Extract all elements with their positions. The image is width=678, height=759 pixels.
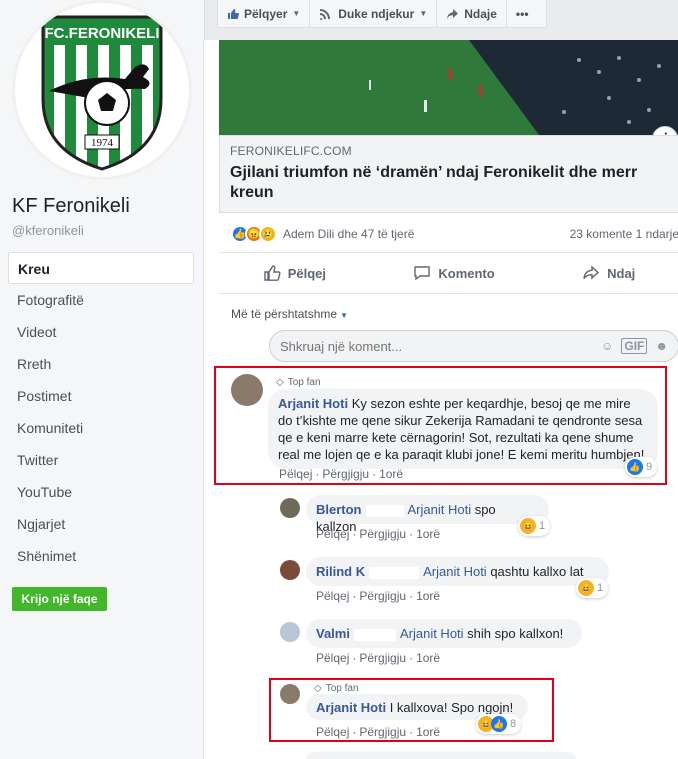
comment-text: shih spo kallxon! <box>467 626 564 641</box>
nav-item-komuniteti[interactable]: Komuniteti <box>8 412 194 444</box>
logo-year: 1974 <box>91 137 114 149</box>
tagged-user[interactable]: Arjanit Hoti <box>400 626 464 641</box>
chevron-down-icon: ▼ <box>419 9 428 18</box>
page-action-bar: Pëlqyer ▼ Duke ndjekur ▼ Ndaje ••• <box>217 0 547 28</box>
rss-icon <box>320 8 331 20</box>
comment-time[interactable]: 1orë <box>416 651 440 665</box>
nav-item-rreth[interactable]: Rreth <box>8 348 194 380</box>
nav-item-twitter[interactable]: Twitter <box>8 444 194 476</box>
post-actions: Pëlqej Komento Ndaj <box>219 252 678 294</box>
like-post-button[interactable]: Pëlqej <box>263 264 326 282</box>
nav-item-ngjarjet[interactable]: Ngjarjet <box>8 508 194 540</box>
page-sidebar: FC.FERONIKELI 1974 KF Feronikeli @kferon… <box>0 0 205 759</box>
liked-button[interactable]: Pëlqyer ▼ <box>218 0 311 27</box>
redaction <box>365 504 404 517</box>
link-domain: FERONIKELIFC.COM <box>230 144 352 158</box>
redaction <box>369 566 420 579</box>
emoji-icon[interactable]: ☺ <box>601 339 613 353</box>
comment-like-link[interactable]: Pëlqej <box>316 651 349 665</box>
comment-reaction-count[interactable]: 😆 1 <box>518 516 551 536</box>
comment-bubble-icon <box>414 266 431 281</box>
page-profile-picture[interactable]: FC.FERONIKELI 1974 <box>12 0 192 180</box>
page-handle: @kferonikeli <box>12 223 84 238</box>
share-arrow-icon <box>583 265 600 280</box>
comment-author[interactable]: Valmi <box>316 626 350 641</box>
reactors-text[interactable]: Adem Dili dhe 47 të tjerë <box>283 227 414 241</box>
nav-item-fotografite[interactable]: Fotografitë <box>8 284 194 316</box>
nav-item-videot[interactable]: Videot <box>8 316 194 348</box>
comment-share-counts[interactable]: 23 komente 1 ndarje <box>570 227 678 241</box>
following-label: Duke ndjekur <box>338 6 415 21</box>
tagged-user[interactable]: Arjanit Hoti <box>423 564 487 579</box>
reactions-summary: 👍 😠 😢 Adem Dili dhe 47 të tjerë 23 komen… <box>231 223 678 245</box>
haha-reaction-icon: 😆 <box>578 580 594 596</box>
comment-author[interactable]: Rilind K <box>316 564 365 579</box>
like-post-label: Pëlqej <box>287 265 326 281</box>
liked-label: Pëlqyer <box>244 6 288 21</box>
page-nav: Kreu Fotografitë Videot Rreth Postimet K… <box>8 252 194 572</box>
redaction <box>353 628 396 641</box>
comment-composer[interactable]: ☺ GIF ☻ <box>269 330 678 362</box>
comment-time[interactable]: 1orë <box>416 527 440 541</box>
chevron-down-icon: ▼ <box>292 9 301 18</box>
reaction-count-value: 1 <box>597 582 604 594</box>
page-name[interactable]: KF Feronikeli <box>12 195 130 218</box>
highlight-box <box>269 678 554 742</box>
more-icon: ••• <box>515 6 529 21</box>
comment-post-button[interactable]: Komento <box>413 264 495 282</box>
next-comment-bubble <box>306 752 576 759</box>
comment-author[interactable]: Blerton <box>316 502 362 517</box>
thumbs-up-icon <box>263 265 281 281</box>
logo-text: FC.FERONIKELI <box>45 25 160 42</box>
comment-like-link[interactable]: Pëlqej <box>316 527 349 541</box>
comment-actions: Pëlqej · Përgjigju · 1orë <box>316 651 441 665</box>
nav-item-postimet[interactable]: Postimet <box>8 380 194 412</box>
comment-like-link[interactable]: Pëlqej <box>316 589 349 603</box>
link-headline[interactable]: Gjilani triumfon në ‘dramën’ ndaj Feroni… <box>230 163 668 203</box>
nav-item-kreu[interactable]: Kreu <box>8 252 194 284</box>
link-preview-image[interactable] <box>219 40 678 135</box>
share-arrow-icon <box>447 8 459 19</box>
share-page-label: Ndaje <box>464 6 497 21</box>
gif-icon[interactable]: GIF <box>621 338 648 354</box>
following-button[interactable]: Duke ndjekur ▼ <box>310 0 438 27</box>
comment-actions: Pëlqej · Përgjigju · 1orë <box>316 589 441 603</box>
reaction-count-value: 1 <box>539 520 546 532</box>
comment-reaction-count[interactable]: 😆 1 <box>576 578 609 598</box>
more-options-button[interactable]: ••• <box>507 0 538 27</box>
comment-bubble: Blerton Arjanit Hoti spo kallzon <box>306 495 549 534</box>
chevron-down-icon: ▼ <box>340 311 348 320</box>
avatar[interactable] <box>280 498 300 518</box>
link-preview[interactable]: FERONIKELIFC.COM Gjilani triumfon në ‘dr… <box>219 135 678 213</box>
thumbs-up-icon <box>228 8 239 19</box>
comment-actions: Pëlqej · Përgjigju · 1orë <box>316 527 441 541</box>
haha-reaction-icon: 😆 <box>520 518 536 534</box>
nav-item-youtube[interactable]: YouTube <box>8 476 194 508</box>
comment-sort-dropdown[interactable]: Më të përshtatshme ▼ <box>231 307 348 321</box>
tagged-user[interactable]: Arjanit Hoti <box>408 502 472 517</box>
club-logo: FC.FERONIKELI 1974 <box>41 15 163 171</box>
comment-post-label: Komento <box>438 265 495 281</box>
avatar[interactable] <box>280 622 300 642</box>
comment-text: qashtu kallxo lat <box>490 564 584 579</box>
comment-reply-link[interactable]: Përgjigju <box>359 589 406 603</box>
comment-time[interactable]: 1orë <box>416 589 440 603</box>
highlight-box <box>214 366 667 485</box>
share-post-button[interactable]: Ndaj <box>582 264 635 282</box>
sad-reaction-icon: 😢 <box>259 225 277 243</box>
create-page-button[interactable]: Krijo një faqe <box>12 587 107 611</box>
share-page-button[interactable]: Ndaje <box>437 0 507 27</box>
comment-input[interactable] <box>280 338 594 354</box>
comment-bubble: Rilind K Arjanit Hoti qashtu kallxo lat <box>306 557 609 586</box>
avatar[interactable] <box>280 560 300 580</box>
comment-sort-label: Më të përshtatshme <box>231 307 338 321</box>
share-post-label: Ndaj <box>607 265 636 281</box>
stadium-photo <box>219 40 678 135</box>
sticker-icon[interactable]: ☻ <box>655 339 668 353</box>
comment-reply-link[interactable]: Përgjigju <box>359 527 406 541</box>
comment-bubble: Valmi Arjanit Hoti shih spo kallxon! <box>306 619 582 648</box>
comment-reply-link[interactable]: Përgjigju <box>359 651 406 665</box>
nav-item-shenimet[interactable]: Shënimet <box>8 540 194 572</box>
